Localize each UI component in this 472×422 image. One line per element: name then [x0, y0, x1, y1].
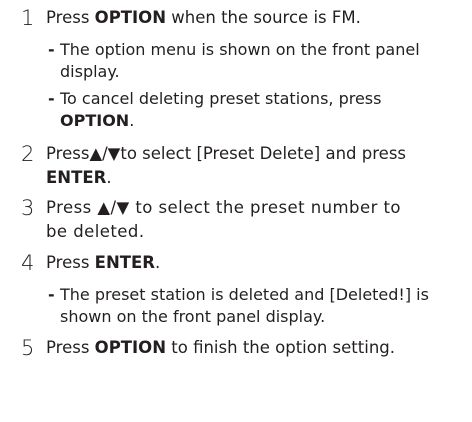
key-enter: ENTER [46, 168, 107, 187]
step-number: 1 [21, 6, 35, 30]
step-text: Press ▲/▼ to select the preset number to… [46, 198, 401, 241]
key-option: OPTION [94, 8, 167, 27]
step-text: Press OPTION when the source is FM. [46, 8, 361, 27]
dash-bullet: - [48, 285, 55, 304]
step-text: Press▲/▼to select [Preset Delete] and pr… [46, 144, 407, 187]
dash-bullet: - [48, 40, 55, 59]
note-text: The option menu is shown on the front pa… [60, 40, 420, 81]
up-down-arrow-icon: ▲/▼ [89, 144, 121, 163]
step-number: 4 [21, 251, 35, 275]
dash-bullet: - [48, 89, 55, 108]
step-number: 2 [21, 142, 35, 166]
step-number: 5 [21, 336, 35, 360]
key-option: OPTION [94, 338, 167, 357]
key-option: OPTION [60, 111, 130, 130]
step-text: Press ENTER. [46, 253, 161, 272]
key-enter: ENTER [94, 253, 155, 272]
step-text: Press OPTION to finish the option settin… [46, 338, 396, 357]
note-text: The preset station is deleted and [Delet… [60, 285, 429, 326]
step-number: 3 [21, 196, 35, 220]
note-text: To cancel deleting preset stations, pres… [60, 89, 382, 130]
